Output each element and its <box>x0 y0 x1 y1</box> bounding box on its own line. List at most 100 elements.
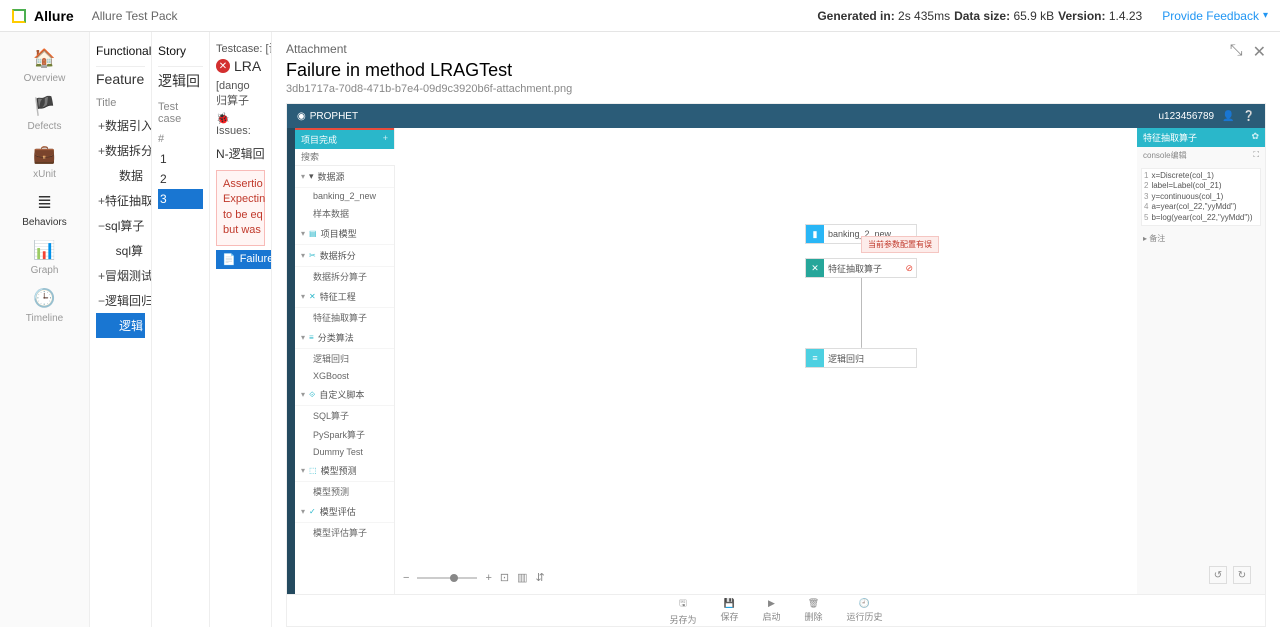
features-pane: Functional Feature Title +数据引入+数据拆分数据+特征… <box>90 32 152 627</box>
code-block: 1x=Discrete(col_1)2label=Label(col_21)3y… <box>1141 168 1261 226</box>
flag-icon: 🏴 <box>33 96 55 117</box>
sidebar-item[interactable]: 模型预测 <box>295 482 394 501</box>
feature-row[interactable]: −逻辑回归 <box>96 288 145 313</box>
sidebar-item[interactable]: PySpark算子 <box>295 425 394 444</box>
close-icon[interactable]: ✕ <box>1253 42 1266 62</box>
sidebar-item[interactable]: 逻辑回归 <box>295 349 394 368</box>
footer-btn[interactable]: 🕘运行历史 <box>847 598 883 623</box>
nav-xunit[interactable]: 💼xUnit <box>33 144 56 180</box>
nav-rail: 🏠Overview 🏴Defects 💼xUnit ≣Behaviors 📊Gr… <box>0 32 90 627</box>
testcase-row[interactable]: 1 <box>158 149 203 169</box>
ver-label: Version: <box>1058 9 1105 23</box>
footer-btn[interactable]: 💾保存 <box>720 598 738 623</box>
tab-story[interactable]: Story <box>158 44 186 58</box>
sidebar-item[interactable]: 数据拆分算子 <box>295 267 394 286</box>
redo-icon[interactable]: ↻ <box>1233 566 1251 584</box>
testcase-sub2: 归算子 <box>216 92 265 108</box>
attachment-link[interactable]: 📄 Failure <box>216 250 272 269</box>
nav-timeline[interactable]: 🕒Timeline <box>26 288 63 324</box>
feature-row[interactable]: −sql算子 <box>96 213 145 238</box>
note-label: 备注 <box>1149 234 1165 243</box>
home-icon: 🏠 <box>33 48 55 69</box>
features-heading: Feature <box>96 71 145 87</box>
group-icon[interactable]: ⇵ <box>536 571 545 584</box>
nav-overview[interactable]: 🏠Overview <box>24 48 66 84</box>
sidebar-item[interactable]: 特征抽取算子 <box>295 308 394 327</box>
feature-row[interactable]: +数据拆分 <box>96 138 145 163</box>
brand: Allure <box>34 8 74 24</box>
screenshot: ◉PROPHET u123456789 👤 ❔ 项目完成+ 🔍 ▾▾数据源ban… <box>286 103 1266 627</box>
footer-btn[interactable]: 🖫另存为 <box>669 596 696 626</box>
user-icon[interactable]: 👤 <box>1222 111 1234 122</box>
prophet-logo-icon: ◉ <box>297 111 306 122</box>
testcase-col: Test case <box>158 97 203 129</box>
feature-row[interactable]: +冒烟测试 <box>96 263 145 288</box>
feature-row[interactable]: 数据 <box>96 163 145 188</box>
side-tab[interactable]: 项目完成 <box>301 133 337 146</box>
error-tooltip: 当前参数配置有误 <box>861 236 939 253</box>
sidebar-cat[interactable]: ▾▾数据源 <box>295 166 394 188</box>
sidebar-item[interactable]: Dummy Test <box>295 444 394 460</box>
product-name: PROPHET <box>310 111 358 122</box>
bars-icon: ▮ <box>806 225 824 243</box>
gear-icon[interactable]: ✿ <box>1251 131 1259 144</box>
sidebar-cat[interactable]: ▾⟐自定义脚本 <box>295 384 394 406</box>
sidebar-item[interactable]: SQL算子 <box>295 406 394 425</box>
expand-icon[interactable]: ⛶ <box>1253 150 1259 161</box>
footer-btn[interactable]: ▶启动 <box>762 598 780 623</box>
compress-icon[interactable]: ⤡ <box>1230 42 1243 62</box>
topbar: Allure Allure Test Pack Generated in: 2s… <box>0 0 1280 32</box>
zoom-slider[interactable] <box>417 577 477 579</box>
footer-btn[interactable]: 🗑删除 <box>805 598 823 623</box>
tab-functional[interactable]: Functional <box>96 44 151 58</box>
sidebar-cat[interactable]: ▾≡分类算法 <box>295 327 394 349</box>
canvas-tools: − + ⊡ ▥ ⇵ <box>403 571 545 584</box>
list-icon: ≡ <box>806 349 824 367</box>
size-value: 65.9 kB <box>1013 9 1054 23</box>
gen-label: Generated in: <box>817 9 894 23</box>
sidebar-item[interactable]: 模型评估算子 <box>295 523 394 542</box>
chevron-down-icon[interactable]: ▾ <box>1263 10 1268 21</box>
feature-row[interactable]: sql算 <box>96 238 145 263</box>
testcase-pane: Testcase: [试：速度仪] ✕LRA [dango 归算子 🐞 Issu… <box>210 32 272 627</box>
feature-row[interactable]: 逻辑 <box>96 313 145 338</box>
right-panel: 特征抽取算子✿ console编辑⛶ 1x=Discrete(col_1)2la… <box>1137 128 1265 594</box>
plus-icon[interactable]: + <box>383 133 388 146</box>
edge <box>861 278 862 348</box>
sidebar-cat[interactable]: ▾⬚模型预测 <box>295 460 394 482</box>
side-gutter <box>287 128 295 594</box>
issues-label: Issues: <box>216 125 251 137</box>
nav-defects[interactable]: 🏴Defects <box>28 96 62 132</box>
testcase-sub1: [dango <box>216 80 265 92</box>
sidebar-item[interactable]: 样本数据 <box>295 204 394 223</box>
sidebar-cat[interactable]: ▾▤项目模型 <box>295 223 394 245</box>
title-col: Title <box>96 93 145 113</box>
pack-title: Allure Test Pack <box>92 9 178 23</box>
testcase-row[interactable]: 2 <box>158 169 203 189</box>
feedback-link[interactable]: Provide Feedback <box>1162 9 1259 23</box>
nav-graph[interactable]: 📊Graph <box>31 240 59 276</box>
zoom-out-icon[interactable]: − <box>403 572 409 584</box>
node-feature[interactable]: ✕特征抽取算子⊘ <box>805 258 917 278</box>
ver-value: 1.4.23 <box>1109 9 1142 23</box>
briefcase-icon: 💼 <box>33 144 55 165</box>
canvas[interactable]: ▮banking_2_new 当前参数配置有误 ✕特征抽取算子⊘ ≡逻辑回归 <box>395 128 1137 594</box>
feature-row[interactable]: +特征抽取 <box>96 188 145 213</box>
detail-pane: Attachment Failure in method LRAGTest 3d… <box>272 32 1280 627</box>
sidebar-item[interactable]: XGBoost <box>295 368 394 384</box>
sidebar-cat[interactable]: ▾✕特征工程 <box>295 286 394 308</box>
zoom-in-icon[interactable]: + <box>485 572 491 584</box>
nav-behaviors[interactable]: ≣Behaviors <box>22 192 66 228</box>
feature-row[interactable]: +数据引入 <box>96 113 145 138</box>
behavior-heading: 逻辑回 <box>158 71 203 91</box>
sidebar-item[interactable]: banking_2_new <box>295 188 394 204</box>
fit-icon[interactable]: ⊡ <box>500 571 509 584</box>
sidebar-cat[interactable]: ▾✓模型评估 <box>295 501 394 523</box>
node-lr[interactable]: ≡逻辑回归 <box>805 348 917 368</box>
step-name: N-逻辑回 <box>216 141 265 166</box>
testcase-row[interactable]: 3 <box>158 189 203 209</box>
help-icon[interactable]: ❔ <box>1243 111 1255 122</box>
layout-icon[interactable]: ▥ <box>517 571 527 584</box>
sidebar-cat[interactable]: ▾✂数据拆分 <box>295 245 394 267</box>
undo-icon[interactable]: ↺ <box>1209 566 1227 584</box>
